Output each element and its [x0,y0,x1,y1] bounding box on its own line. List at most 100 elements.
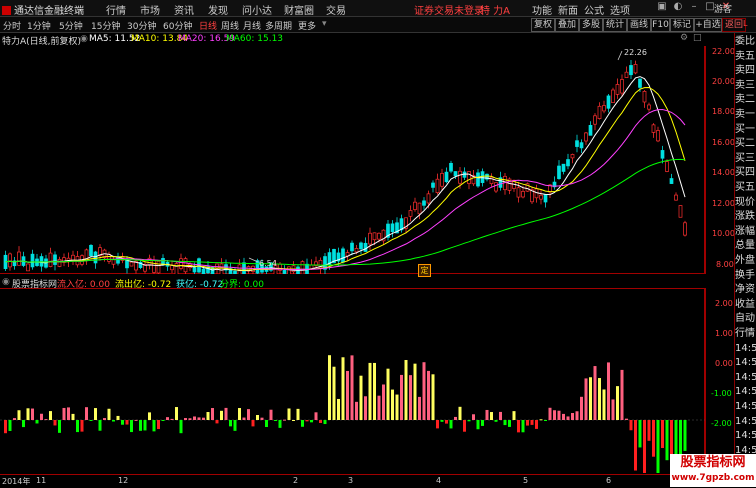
add-watchlist-button[interactable]: +自选 [694,18,722,32]
side-item[interactable]: 14:5 [735,400,756,413]
indicator-bar [229,420,232,427]
period-multi[interactable]: 多周期 [265,19,292,32]
candle-body [579,142,584,149]
side-item[interactable]: 自动 [735,312,756,325]
indicator-bar [161,420,165,421]
indicator-bar [544,420,547,421]
multi-stock-button[interactable]: 多股 [579,18,603,32]
side-item[interactable]: 14:5 [735,356,756,369]
side-item[interactable]: 委比 [735,35,756,48]
menu-news[interactable]: 资讯 [174,2,194,17]
menu-ask[interactable]: 问小达 [242,2,272,17]
candle-body [624,71,629,78]
skin-icon[interactable]: ◐ [672,1,684,13]
side-item[interactable]: 买一 [735,123,756,136]
candlestick-chart[interactable]: 22.26 6.54 [0,46,705,274]
candle-body [57,259,62,267]
menu-market[interactable]: 市场 [140,2,160,17]
period-5min[interactable]: 5分钟 [59,19,83,32]
side-item[interactable]: 卖三 [735,79,756,92]
adjust-button[interactable]: 复权 [531,18,555,32]
settings-icon[interactable]: ⚙ [680,33,688,43]
period-60min[interactable]: 60分钟 [163,19,192,32]
candle-body [584,132,588,142]
indicator-bar [413,363,417,420]
period-timeshare[interactable]: 分时 [3,19,21,32]
indicator-bar [490,412,493,420]
side-item[interactable]: 涨幅 [735,225,756,238]
lock-icon[interactable]: ▣ [656,1,668,13]
ind-axis-0: 0.00 [715,359,733,368]
menu-discover[interactable]: 发现 [208,2,228,17]
menu-wealth[interactable]: 财富圈 [284,2,314,17]
side-item[interactable]: 卖二 [735,93,756,106]
indicator-bar [607,362,610,420]
candle-body [129,261,134,267]
candle-body [440,173,444,187]
settings-dot-icon[interactable]: ◉ [80,34,88,44]
period-30min[interactable]: 30分钟 [127,19,156,32]
side-item[interactable]: 净资 [735,283,756,296]
side-item[interactable]: 卖五 [735,50,756,63]
indicator-bar [395,394,399,420]
minimize-icon[interactable]: – [688,1,700,13]
candle-body [539,194,543,200]
mark-button[interactable]: 标记 [670,18,694,32]
period-more[interactable]: 更多 [298,19,316,32]
menu-formula[interactable]: 公式 [584,2,604,17]
period-weekly[interactable]: 周线 [221,19,239,32]
menu-trade[interactable]: 交易 [326,2,346,17]
candle-body [651,124,656,133]
indicator-bar [85,407,88,420]
indicator-bar [143,420,147,431]
menu-options[interactable]: 选项 [610,2,630,17]
high-annotation: 22.26 [624,48,647,57]
candle-body [48,252,53,267]
side-item[interactable]: 涨跌 [735,210,756,223]
side-item[interactable]: 14:5 [735,342,756,355]
side-item[interactable]: 买四 [735,166,756,179]
period-monthly[interactable]: 月线 [243,19,261,32]
side-item[interactable]: 换手 [735,269,756,282]
menu-quotes[interactable]: 行情 [106,2,126,17]
fund-flow-indicator-chart[interactable] [0,288,705,473]
indicator-bar [611,399,615,420]
candle-body [597,105,602,119]
indicator-settings-icon[interactable]: ◉ [2,277,10,287]
menu-function[interactable]: 功能 [532,2,552,17]
period-1min[interactable]: 1分钟 [27,19,51,32]
indicator-bar [377,395,381,420]
period-15min[interactable]: 15分钟 [91,19,120,32]
side-item[interactable]: 14:5 [735,385,756,398]
overlay-button[interactable]: 叠加 [555,18,579,32]
panel-close-icon[interactable]: □ [693,33,702,43]
stats-button[interactable]: 统计 [603,18,627,32]
side-item[interactable]: 14:5 [735,371,756,384]
period-daily[interactable]: 日线 [199,19,217,32]
f10-button[interactable]: F10 [651,18,670,32]
indicator-bar [575,411,579,420]
side-item[interactable]: 收益 [735,298,756,311]
side-item[interactable]: 现价 [735,196,756,209]
side-item[interactable]: 行情 [735,327,756,340]
indicator-bar [332,366,336,420]
candle-body [521,191,525,198]
side-item[interactable]: 14:5 [735,415,756,428]
ind-axis-neg1: -1.00 [711,389,732,398]
indicator-bar [647,420,651,441]
indicator-bar [665,420,669,461]
side-item[interactable]: 买五 [735,181,756,194]
trade-login-notice[interactable]: 证券交易未登录 [414,2,484,17]
side-item[interactable]: 14:5 [735,429,756,442]
side-item[interactable]: 买二 [735,137,756,150]
side-item[interactable]: 外盘 [735,254,756,267]
chevron-down-icon[interactable]: ▾ [322,19,327,29]
side-item[interactable]: 卖四 [735,64,756,77]
side-item[interactable]: 总量 [735,239,756,252]
indicator-bar [557,410,561,420]
menu-new[interactable]: 新面 [558,2,578,17]
draw-button[interactable]: 画线 [627,18,651,32]
side-item[interactable]: 买三 [735,152,756,165]
side-item[interactable]: 卖一 [735,108,756,121]
guest-label[interactable]: 游客 [714,2,732,15]
